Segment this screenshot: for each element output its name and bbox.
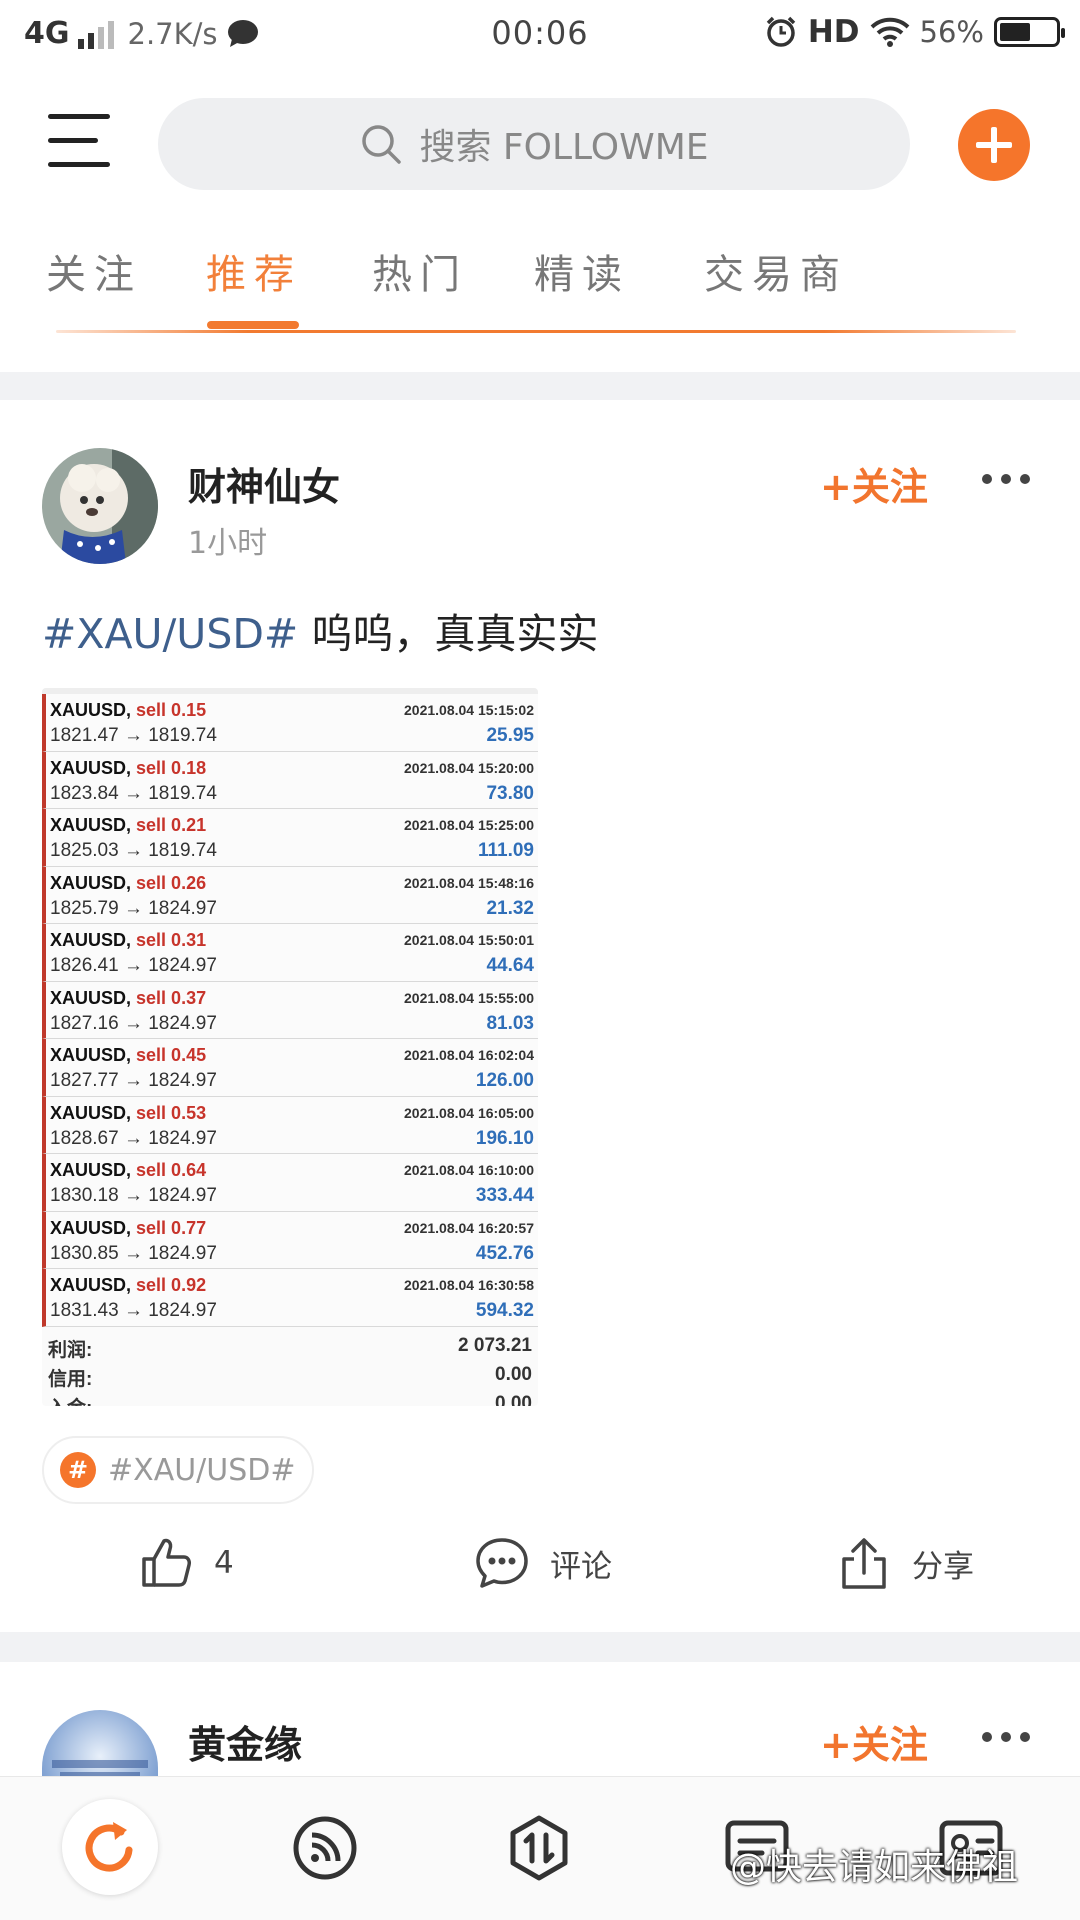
watermark-text: @快去请如来佛祖 bbox=[730, 1847, 1019, 1888]
author-name[interactable]: 黄金缘 bbox=[188, 1714, 302, 1769]
nav-trade[interactable] bbox=[494, 1803, 584, 1893]
more-options-icon[interactable] bbox=[982, 1732, 1030, 1742]
trade-icon bbox=[510, 1815, 568, 1881]
rss-icon bbox=[293, 1816, 357, 1880]
refresh-icon bbox=[85, 1822, 133, 1872]
follow-button[interactable]: +关注 bbox=[820, 1714, 928, 1769]
nav-feed[interactable] bbox=[280, 1803, 370, 1893]
watermark: @快去请如来佛祖 bbox=[730, 1838, 1018, 1890]
nav-home[interactable] bbox=[62, 1799, 158, 1895]
author-avatar[interactable] bbox=[42, 1710, 158, 1776]
post-card: 黄金缘 +关注 bbox=[0, 0, 1080, 1776]
